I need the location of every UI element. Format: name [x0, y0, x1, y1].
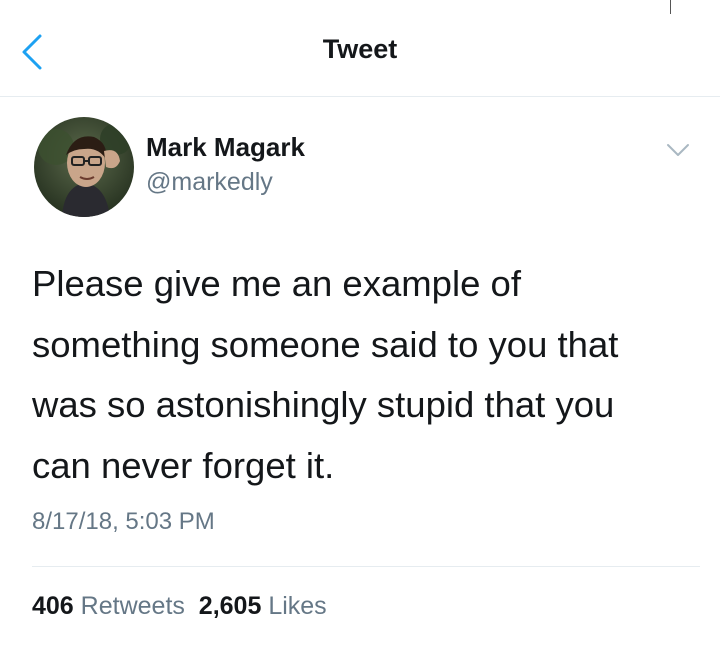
chevron-down-icon — [667, 144, 689, 156]
divider — [32, 566, 700, 567]
tweet-detail-screen: Tweet Mark Magark @markedly Please give … — [0, 0, 720, 653]
avatar[interactable] — [34, 117, 134, 217]
tweet-timestamp: 8/17/18, 5:03 PM — [32, 508, 215, 535]
tweet-text: Please give me an example of something s… — [32, 263, 619, 486]
page-title: Tweet — [322, 34, 398, 64]
retweets-label: Retweets — [80, 592, 185, 620]
retweets-count: 406 — [32, 592, 74, 620]
author-handle[interactable]: @markedly — [146, 168, 273, 197]
tweet-stats: 406 Retweets 2,605 Likes — [32, 592, 327, 621]
likes-label: Likes — [268, 592, 327, 620]
tweet-menu-button[interactable] — [663, 138, 693, 162]
top-bar: Tweet — [0, 0, 720, 97]
retweets-link[interactable]: 406 Retweets — [32, 592, 185, 620]
likes-count: 2,605 — [198, 592, 262, 620]
author-name[interactable]: Mark Magark — [146, 132, 305, 163]
likes-link[interactable]: 2,605 Likes — [199, 592, 327, 620]
divider — [670, 0, 671, 14]
avatar-photo — [34, 117, 134, 217]
